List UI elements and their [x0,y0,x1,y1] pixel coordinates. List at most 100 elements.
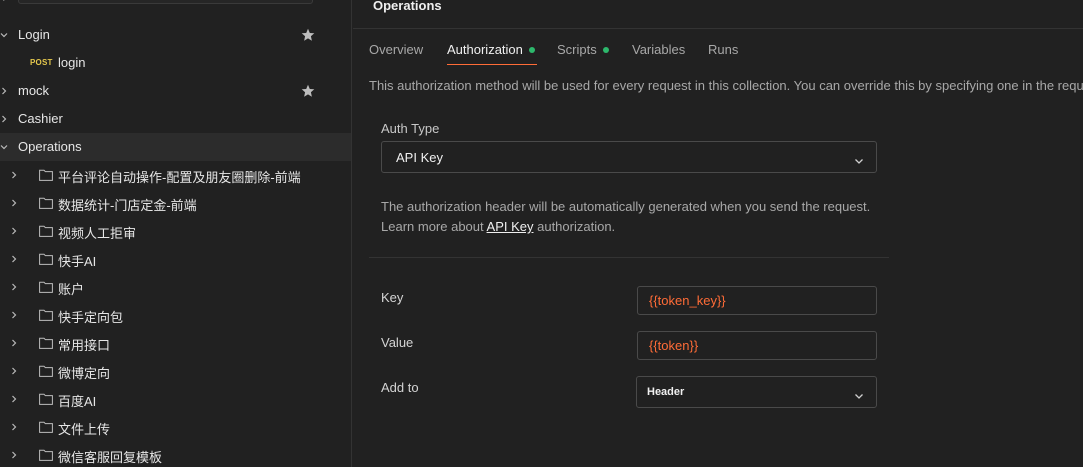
auth-type-select[interactable]: API Key [381,141,877,173]
sidebar-item-label: Login [18,27,50,42]
value-field[interactable]: {{token}} [637,331,877,360]
sidebar-toolbar: + ··· [0,0,351,6]
key-value: {{token_key}} [649,293,726,308]
more-options-icon[interactable]: ··· [325,0,339,2]
auth-description: This authorization method will be used f… [369,78,1083,93]
folder-icon [39,281,53,293]
sidebar-folder-label: 百度AI [58,394,97,409]
key-label: Key [381,290,404,305]
sidebar-folder-label: 常用接口 [58,338,111,353]
chevron-down-icon [854,153,864,164]
add-to-label: Add to [381,380,419,395]
sidebar-folder-item[interactable]: 平台评论自动操作-配置及朋友圈删除-前端 [0,161,351,189]
chevron-right-icon[interactable] [10,367,18,375]
page-title: Operations [373,0,442,13]
learn-more-prefix: Learn more about [381,219,487,234]
sidebar-item-operations[interactable]: Operations [0,133,351,161]
status-dot-icon [528,47,535,53]
chevron-right-icon[interactable] [10,311,18,319]
sidebar-folder-label: 快手AI [58,254,97,269]
folder-icon [39,197,53,209]
tab-scripts[interactable]: Scripts [557,42,609,57]
main-panel: Operations Overview Authorization Script… [353,0,1083,467]
chevron-right-icon[interactable] [10,227,18,235]
sidebar-folder-item[interactable]: 账户 [0,273,351,301]
folder-icon [39,253,53,265]
search-input[interactable] [18,0,313,4]
folder-icon [39,393,53,405]
tab-variables[interactable]: Variables [632,42,685,57]
sidebar-item-login-request[interactable]: POST login [0,49,351,77]
chevron-right-icon[interactable] [10,283,18,291]
tab-label: Scripts [557,42,597,57]
tab-label: Variables [632,42,686,57]
active-tab-indicator [447,64,537,65]
chevron-right-icon[interactable] [0,115,8,123]
tab-authorization[interactable]: Authorization [447,42,535,57]
section-divider [369,257,889,258]
sidebar-folder-item[interactable]: 百度AI [0,385,351,413]
title-divider [353,28,1083,29]
learn-more-line: Learn more about API Key authorization. [381,219,615,234]
chevron-right-icon[interactable] [10,395,18,403]
sidebar-folder-item[interactable]: 微博定向 [0,357,351,385]
tab-label: Runs [708,42,739,57]
chevron-right-icon[interactable] [10,451,18,459]
api-key-link[interactable]: API Key [487,219,534,234]
chevron-right-icon[interactable] [10,199,18,207]
key-field[interactable]: {{token_key}} [637,286,877,315]
sidebar-folder-item[interactable]: 快手定向包 [0,301,351,329]
sidebar-folder-label: 快手定向包 [58,310,124,325]
tab-overview[interactable]: Overview [369,42,423,57]
add-to-value: Header [647,386,685,398]
add-to-select[interactable]: Header [636,376,877,408]
value-value: {{token}} [649,338,699,353]
tab-runs[interactable]: Runs [708,42,738,57]
chevron-right-icon[interactable] [10,171,18,179]
auth-type-label: Auth Type [381,121,440,136]
sidebar-item-label: Operations [18,139,82,154]
sidebar-folder-item[interactable]: 文件上传 [0,413,351,441]
chevron-down-icon [854,388,864,399]
chevron-right-icon[interactable] [10,423,18,431]
folder-icon [39,225,53,237]
folder-icon [39,449,53,461]
method-badge: POST [30,58,53,67]
tab-label: Authorization [447,42,523,57]
chevron-right-icon[interactable] [10,255,18,263]
chevron-down-icon[interactable] [0,31,8,39]
tab-label: Overview [369,42,424,57]
folder-icon [39,337,53,349]
sidebar-item-label: mock [18,83,50,98]
sidebar-item-cashier[interactable]: Cashier [0,105,351,133]
sidebar-folder-label: 视频人工拒审 [58,226,137,241]
info-line: The authorization header will be automat… [381,199,871,214]
sidebar-folder-item[interactable]: 常用接口 [0,329,351,357]
sidebar-folder-item[interactable]: 视频人工拒审 [0,217,351,245]
learn-more-suffix: authorization. [533,219,616,234]
folder-icon [39,365,53,377]
sidebar-folder-item[interactable]: 微信客服回复模板 [0,441,351,467]
chevron-down-icon[interactable] [0,143,8,151]
sidebar-folder-label: 微博定向 [58,366,111,381]
sidebar-item-mock[interactable]: mock [0,77,351,105]
folder-icon [39,309,53,321]
chevron-right-icon[interactable] [10,339,18,347]
auth-type-value: API Key [396,150,443,165]
sidebar-item-label: Cashier [18,111,63,126]
sidebar: + ··· Login POST login mock Cashie [0,0,352,467]
folder-icon [39,169,53,181]
sidebar-folder-label: 数据统计-门店定金-前端 [58,198,197,213]
sidebar-item-login-collection[interactable]: Login [0,21,351,49]
sidebar-folder-label: 文件上传 [58,422,111,437]
add-icon[interactable]: + [0,0,8,5]
sidebar-folder-label: 账户 [58,282,85,297]
star-icon[interactable] [301,84,315,98]
value-label: Value [381,335,414,350]
sidebar-folder-item[interactable]: 数据统计-门店定金-前端 [0,189,351,217]
sidebar-folder-label: 微信客服回复模板 [58,450,163,465]
chevron-right-icon[interactable] [0,87,8,95]
sidebar-folder-item[interactable]: 快手AI [0,245,351,273]
star-icon[interactable] [301,28,315,42]
folder-icon [39,421,53,433]
